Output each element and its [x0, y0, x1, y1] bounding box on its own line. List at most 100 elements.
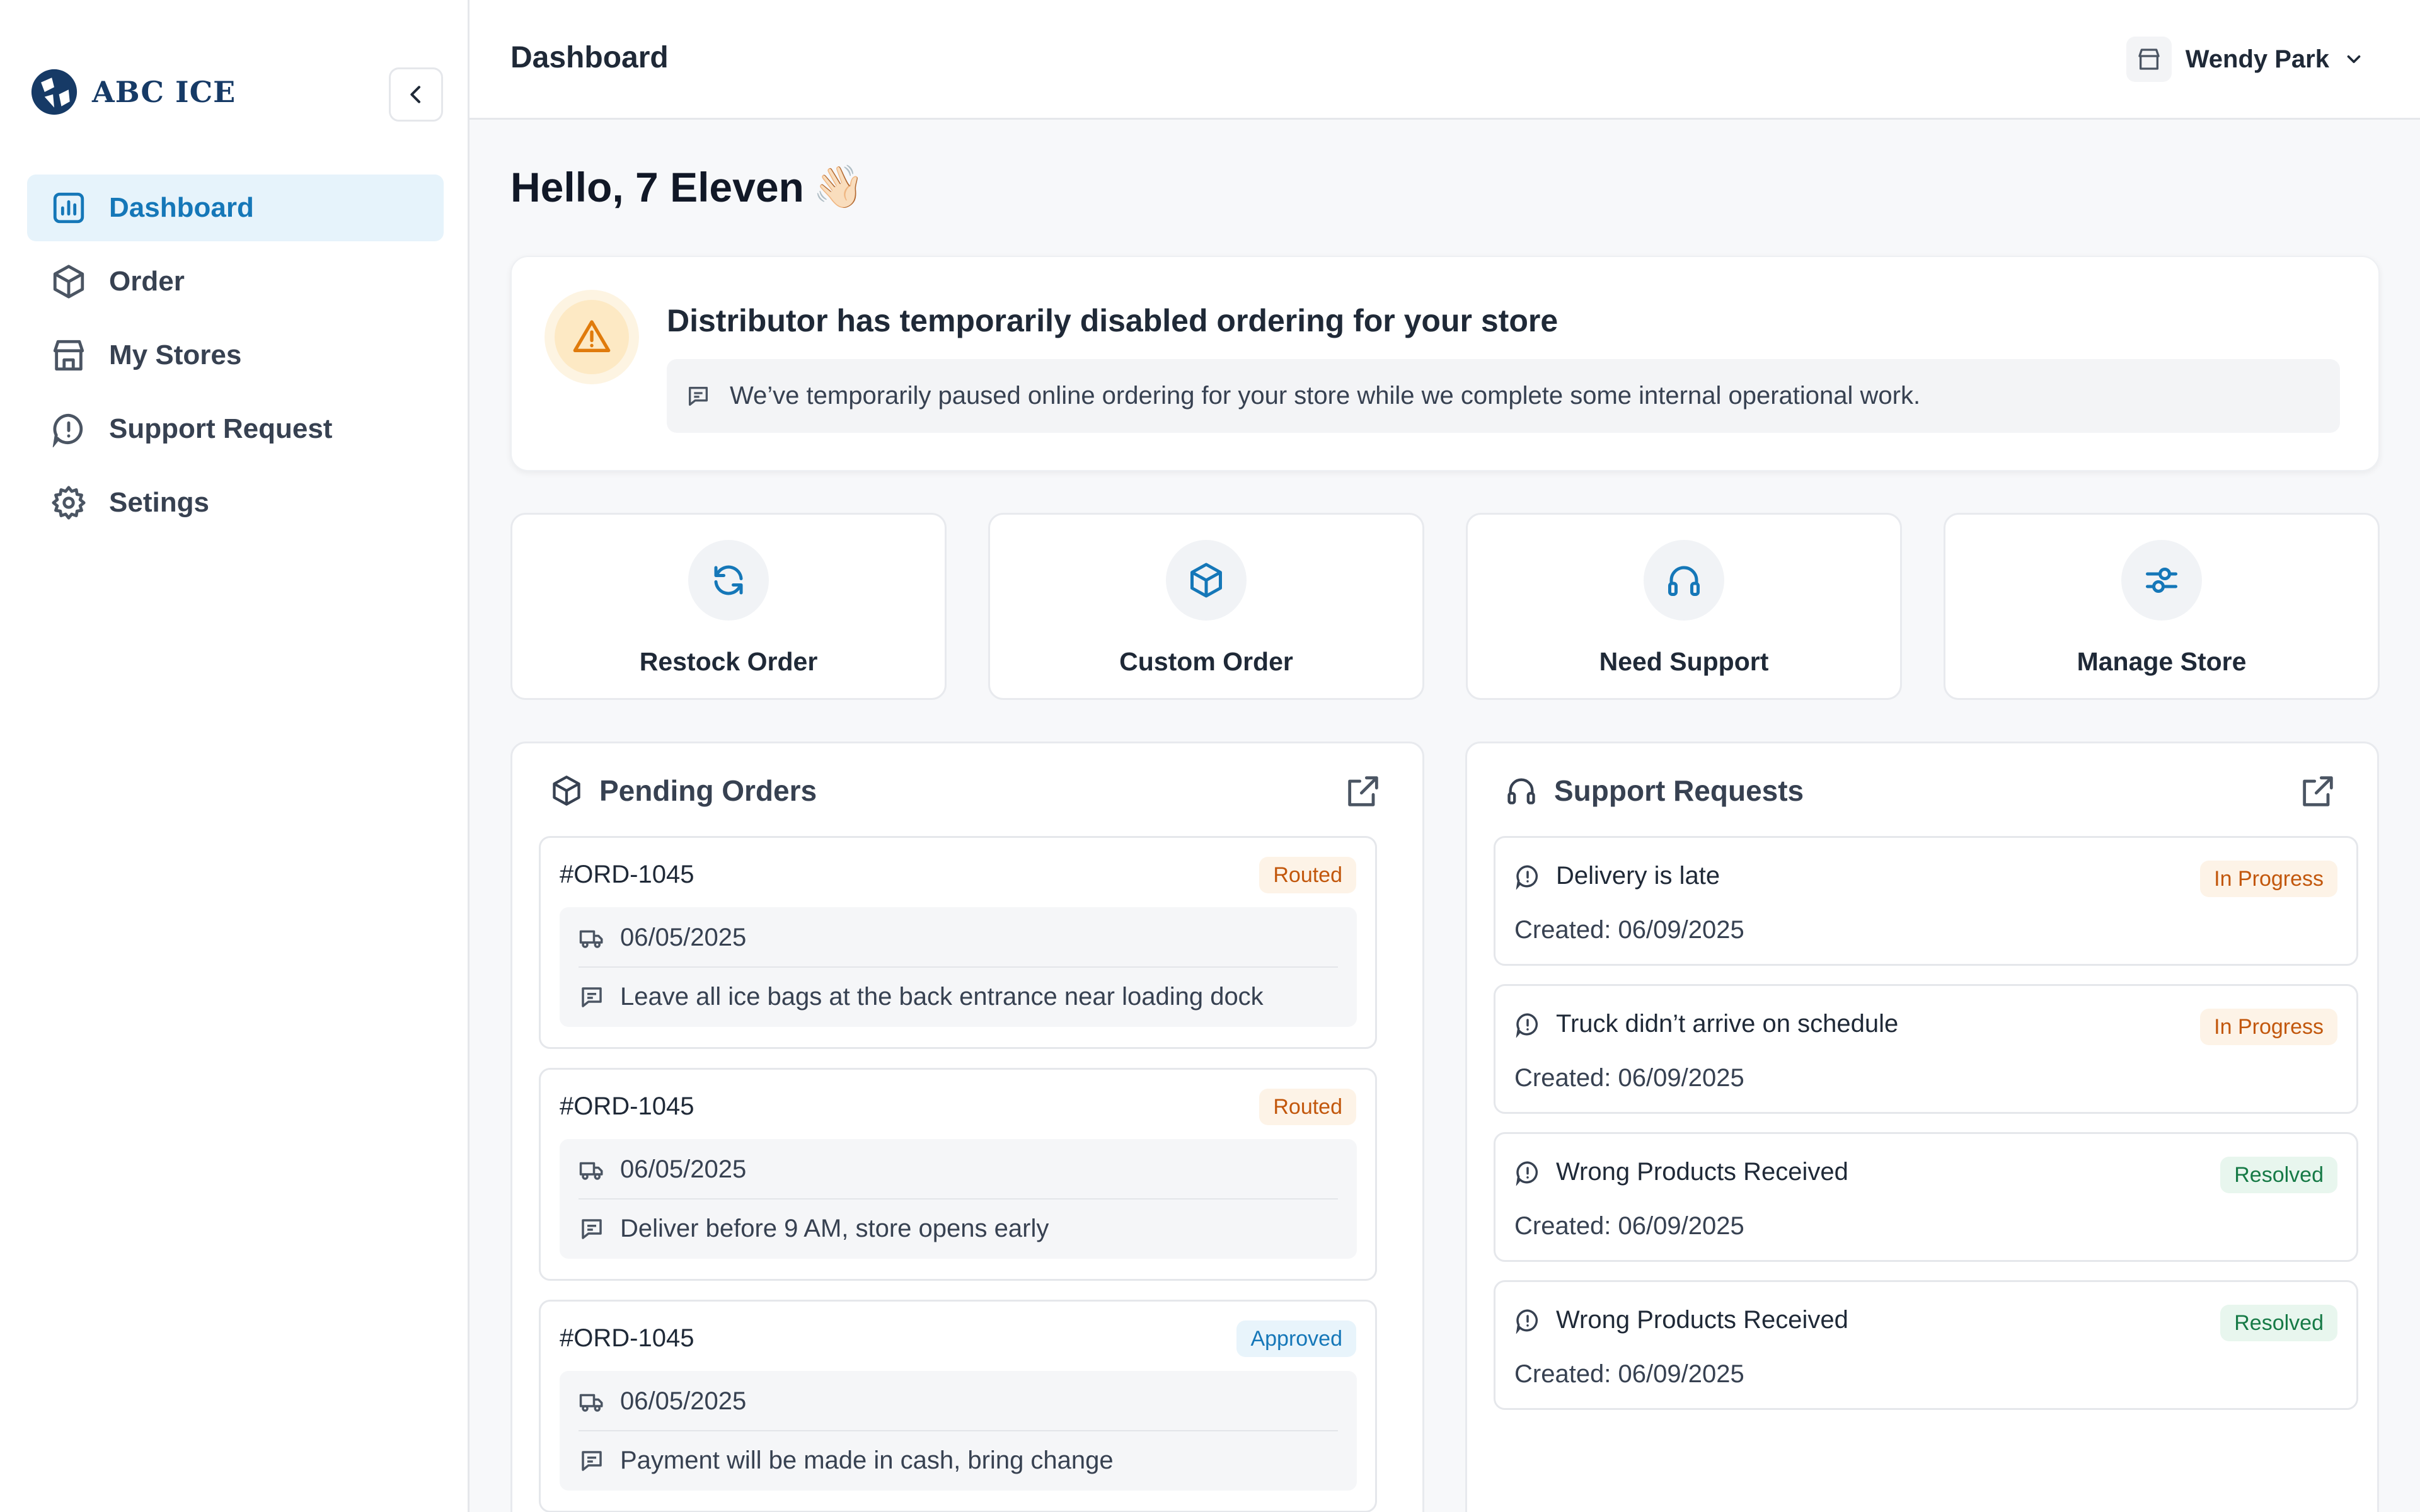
- alert-title: Distributor has temporarily disabled ord…: [667, 303, 1559, 338]
- truck-icon: [579, 930, 603, 948]
- request-title: Wrong Products Received: [1556, 1306, 1848, 1334]
- chevron-down-icon: [2347, 55, 2361, 64]
- sidebar-item-order[interactable]: Order: [27, 248, 444, 315]
- status-badge: Routed: [1259, 857, 1356, 893]
- request-title: Delivery is late: [1556, 862, 1720, 890]
- sidebar-item-label: Setings: [109, 487, 209, 518]
- greeting: Hello, 7 Eleven 👋🏻: [510, 163, 865, 212]
- support-request-card[interactable]: Wrong Products Received Resolved Created…: [1494, 1132, 2358, 1262]
- delivery-date: 06/05/2025: [620, 1387, 747, 1415]
- greeting-text: Hello, 7 Eleven: [510, 164, 804, 210]
- need-support-button[interactable]: Need Support: [1466, 513, 1902, 700]
- request-title-row: Truck didn’t arrive on schedule: [1514, 1010, 1898, 1038]
- alert-message-box: We’ve temporarily paused online ordering…: [667, 359, 2340, 433]
- sidebar-item-settings[interactable]: Setings: [27, 469, 444, 536]
- request-title-row: Wrong Products Received: [1514, 1158, 1848, 1186]
- custom-order-button[interactable]: Custom Order: [988, 513, 1424, 700]
- message-alert-icon: [1516, 1309, 1538, 1334]
- created-date: Created: 06/09/2025: [1514, 916, 1744, 944]
- sliders-icon: [2121, 540, 2202, 621]
- order-details: 06/05/2025 Payment will be made in cash,…: [560, 1371, 1357, 1491]
- headphones-icon: [1644, 540, 1724, 621]
- created-date: Created: 06/09/2025: [1514, 1212, 1744, 1240]
- order-card[interactable]: #ORD-1045 Routed 06/05/2025 Leave all ic…: [539, 836, 1377, 1049]
- refresh-icon: [688, 540, 769, 621]
- message-icon: [689, 386, 708, 406]
- sidebar: ABC ICE Dashboard Order My Stores Suppor…: [0, 0, 470, 1512]
- divider: [579, 1430, 1338, 1431]
- sidebar-item-label: Dashboard: [109, 192, 254, 223]
- action-label: Need Support: [1599, 647, 1769, 676]
- order-note: Deliver before 9 AM, store opens early: [620, 1215, 1049, 1242]
- open-external-button[interactable]: [2298, 771, 2338, 811]
- support-request-card[interactable]: Truck didn’t arrive on schedule In Progr…: [1494, 984, 2358, 1114]
- quick-actions: Restock Order Custom Order Need Support …: [510, 513, 2380, 700]
- order-details: 06/05/2025 Deliver before 9 AM, store op…: [560, 1139, 1357, 1259]
- top-header: Dashboard Wendy Park: [470, 0, 2420, 120]
- store-icon: [2126, 37, 2172, 82]
- order-id: #ORD-1045: [560, 861, 694, 888]
- sidebar-item-my-stores[interactable]: My Stores: [27, 322, 444, 389]
- brand-logo: [31, 69, 78, 115]
- support-requests-panel: Support Requests Delivery is late In Pro…: [1465, 742, 2379, 1512]
- order-note-row: Deliver before 9 AM, store opens early: [579, 1215, 1049, 1243]
- bar-chart-icon: [50, 189, 88, 227]
- alert-message: We’ve temporarily paused online ordering…: [730, 382, 1921, 410]
- request-title-row: Delivery is late: [1514, 862, 1720, 890]
- request-title: Truck didn’t arrive on schedule: [1556, 1010, 1899, 1038]
- status-badge: Resolved: [2220, 1157, 2337, 1193]
- message-alert-icon: [1516, 1012, 1538, 1038]
- status-badge: In Progress: [2200, 1009, 2337, 1045]
- store-icon: [50, 336, 88, 374]
- brand-name: ABC ICE: [92, 75, 236, 109]
- headphones-icon: [1507, 778, 1535, 805]
- sidebar-item-label: Support Request: [109, 413, 333, 444]
- user-name: Wendy Park: [2185, 45, 2329, 73]
- message-icon: [582, 1450, 602, 1471]
- support-request-card[interactable]: Wrong Products Received Resolved Created…: [1494, 1280, 2358, 1410]
- message-alert-icon: [1516, 864, 1538, 890]
- order-id: #ORD-1045: [560, 1324, 694, 1352]
- sidebar-item-dashboard[interactable]: Dashboard: [27, 175, 444, 241]
- external-link-icon: [2303, 776, 2333, 806]
- sidebar-item-support-request[interactable]: Support Request: [27, 396, 444, 462]
- order-note: Leave all ice bags at the back entrance …: [620, 983, 1264, 1011]
- delivery-date: 06/05/2025: [620, 1155, 747, 1183]
- order-card[interactable]: #ORD-1045 Routed 06/05/2025 Deliver befo…: [539, 1068, 1377, 1281]
- delivery-date-row: 06/05/2025: [579, 1155, 746, 1184]
- status-badge: Resolved: [2220, 1305, 2337, 1341]
- message-alert-icon: [1516, 1160, 1538, 1186]
- open-external-button[interactable]: [1343, 771, 1383, 811]
- truck-icon: [579, 1162, 603, 1180]
- box-icon: [1166, 540, 1247, 621]
- truck-icon: [579, 1394, 603, 1412]
- created-date: Created: 06/09/2025: [1514, 1360, 1744, 1388]
- order-note: Payment will be made in cash, bring chan…: [620, 1446, 1114, 1474]
- pending-orders-panel: Pending Orders #ORD-1045 Routed 06/05/20…: [510, 742, 1424, 1512]
- order-card[interactable]: #ORD-1045 Approved 06/05/2025 Payment wi…: [539, 1300, 1377, 1512]
- gear-icon: [50, 484, 88, 522]
- restock-order-button[interactable]: Restock Order: [510, 513, 947, 700]
- order-note-row: Payment will be made in cash, bring chan…: [579, 1446, 1114, 1475]
- collapse-sidebar-button[interactable]: [389, 67, 443, 122]
- action-label: Manage Store: [2077, 647, 2247, 676]
- support-request-card[interactable]: Delivery is late In Progress Created: 06…: [1494, 836, 2358, 966]
- delivery-date-row: 06/05/2025: [579, 924, 746, 952]
- status-badge: Approved: [1236, 1320, 1356, 1357]
- warning-icon: [544, 290, 639, 384]
- divider: [579, 1198, 1338, 1200]
- message-icon: [582, 1218, 602, 1239]
- user-menu[interactable]: Wendy Park: [2126, 37, 2365, 82]
- box-icon: [553, 776, 580, 806]
- brand[interactable]: ABC ICE: [30, 68, 236, 116]
- created-date: Created: 06/09/2025: [1514, 1064, 1744, 1092]
- request-title-row: Wrong Products Received: [1514, 1306, 1848, 1334]
- manage-store-button[interactable]: Manage Store: [1944, 513, 2380, 700]
- external-link-icon: [1348, 776, 1378, 806]
- panel-header: Pending Orders: [550, 774, 817, 808]
- status-badge: Routed: [1259, 1089, 1356, 1125]
- order-details: 06/05/2025 Leave all ice bags at the bac…: [560, 907, 1357, 1027]
- sidebar-nav: Dashboard Order My Stores Support Reques…: [27, 175, 444, 543]
- order-id: #ORD-1045: [560, 1092, 694, 1120]
- message-icon: [582, 987, 602, 1007]
